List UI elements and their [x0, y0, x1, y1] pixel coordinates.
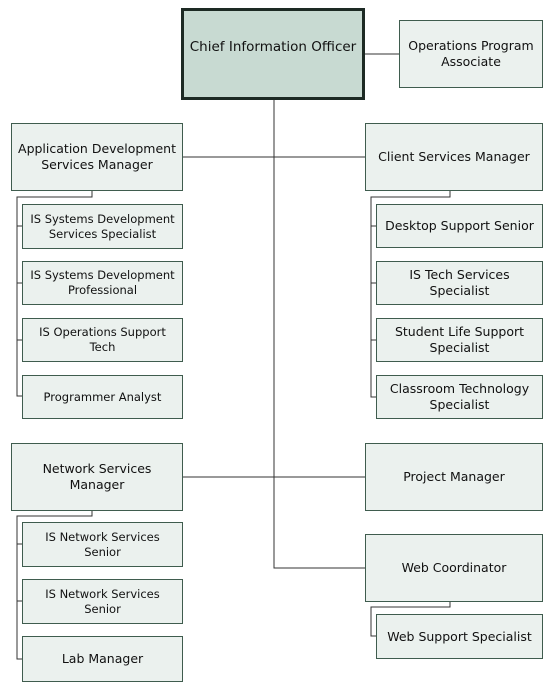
node-project-manager: Project Manager: [365, 443, 543, 511]
node-chief-information-officer: Chief Information Officer: [181, 8, 365, 100]
node-label: Network Services Manager: [42, 461, 152, 492]
node-label: Desktop Support Senior: [385, 218, 534, 233]
node-report: IS Systems Development Professional: [22, 261, 183, 305]
node-app-dev-manager: Application Development Services Manager: [11, 123, 183, 191]
node-label: IS Network Services Senior: [45, 529, 160, 559]
node-label: Operations Program Associate: [408, 38, 534, 69]
node-label: Chief Information Officer: [189, 39, 357, 55]
node-report: IS Systems Development Services Speciali…: [22, 204, 183, 249]
node-report: Lab Manager: [22, 636, 183, 682]
node-report: IS Tech Services Specialist: [376, 261, 543, 305]
node-report: Desktop Support Senior: [376, 204, 543, 248]
node-label: Lab Manager: [61, 651, 144, 666]
node-network-services-manager: Network Services Manager: [11, 443, 183, 511]
node-report: Programmer Analyst: [22, 375, 183, 419]
node-report: IS Network Services Senior: [22, 522, 183, 567]
node-operations-program-associate: Operations Program Associate: [399, 20, 543, 88]
node-report: IS Network Services Senior: [22, 579, 183, 624]
node-report: IS Operations Support Tech: [22, 318, 183, 362]
node-report: Classroom Technology Specialist: [376, 375, 543, 419]
node-label: IS Systems Development Services Speciali…: [30, 211, 175, 241]
node-label: Student Life Support Specialist: [394, 324, 525, 355]
node-label: Project Manager: [403, 469, 505, 484]
node-label: Programmer Analyst: [43, 389, 162, 404]
node-label: IS Tech Services Specialist: [409, 267, 510, 298]
node-label: IS Systems Development Professional: [30, 268, 175, 297]
node-web-coordinator: Web Coordinator: [365, 534, 543, 602]
node-label: Classroom Technology Specialist: [389, 381, 530, 412]
node-report: Student Life Support Specialist: [376, 318, 543, 362]
node-client-services-manager: Client Services Manager: [365, 123, 543, 191]
node-label: IS Network Services Senior: [45, 586, 160, 616]
node-report: Web Support Specialist: [376, 614, 543, 659]
node-label: Web Coordinator: [401, 560, 507, 575]
node-label: IS Operations Support Tech: [39, 325, 166, 354]
node-label: Client Services Manager: [378, 149, 530, 164]
node-label: Application Development Services Manager: [18, 141, 176, 172]
node-label: Web Support Specialist: [387, 628, 532, 644]
